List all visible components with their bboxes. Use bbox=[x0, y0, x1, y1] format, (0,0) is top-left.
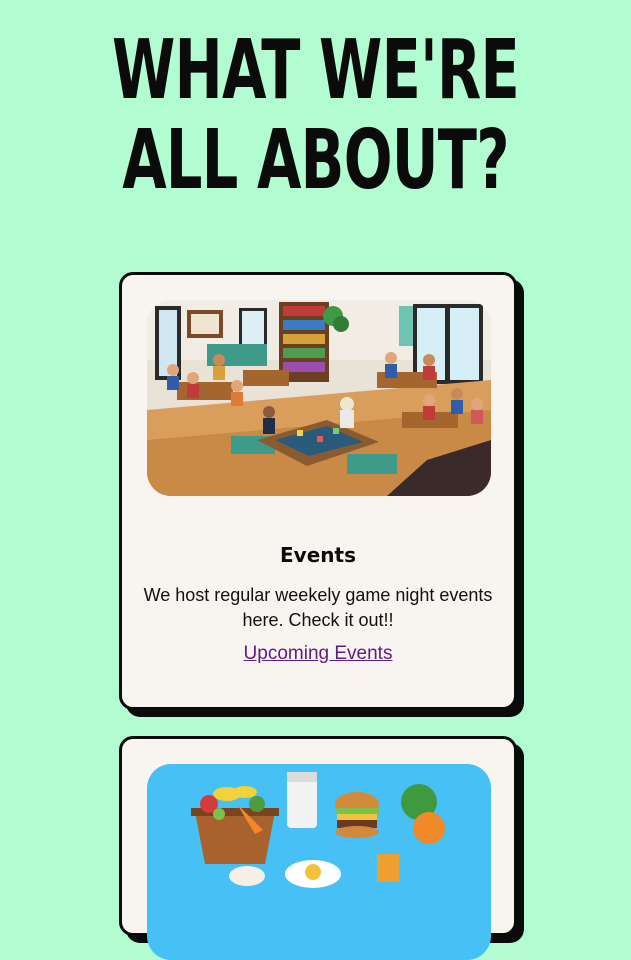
section-heading: What We're All About? bbox=[95, 26, 537, 206]
section-heading-line-2: All About? bbox=[122, 113, 509, 208]
upcoming-events-link[interactable]: Upcoming Events bbox=[122, 643, 514, 665]
events-card: Events We host regular weekely game nigh… bbox=[119, 272, 517, 710]
events-card-title: Events bbox=[280, 543, 356, 567]
food-image bbox=[147, 764, 491, 960]
game-night-image bbox=[147, 300, 491, 496]
events-card-description: We host regular weekely game night event… bbox=[143, 585, 493, 630]
section-heading-line-1: What We're bbox=[112, 23, 520, 118]
food-card bbox=[119, 736, 517, 960]
